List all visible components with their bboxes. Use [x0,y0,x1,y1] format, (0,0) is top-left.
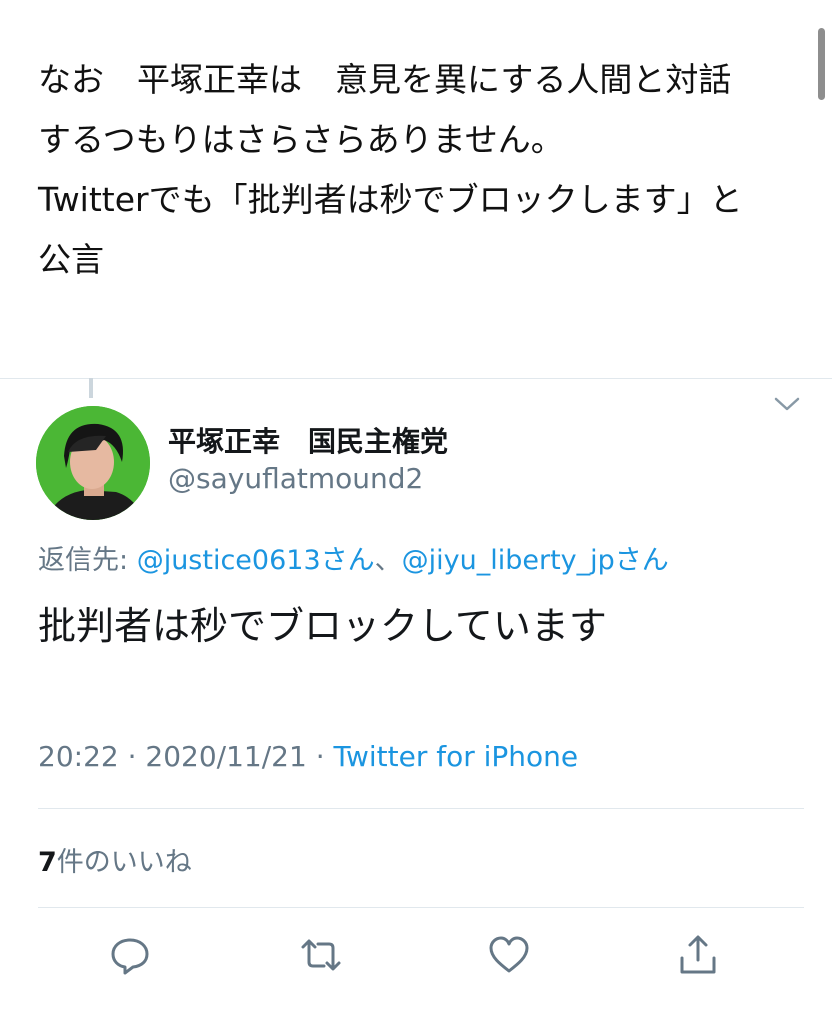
reply-to-line: 返信先: @justice0613さん、@jiyu_liberty_jpさん [38,538,669,577]
intro-line: するつもりはさらさらありません。 [38,120,564,159]
likes-count[interactable]: 7件のいいね [38,840,192,879]
intro-line: Twitterでも「批判者は秒でブロックします」と [38,180,743,219]
tweet-text: 批判者は秒でブロックしています [38,604,607,648]
share-icon[interactable] [675,932,721,978]
reply-separator: 、 [374,545,402,576]
divider [0,378,832,379]
retweet-icon[interactable] [298,932,344,978]
meta-dot: · [306,740,334,773]
tweet-date[interactable]: 2020/11/21 [145,740,306,773]
intro-line: 公言 [38,240,104,279]
user-handle[interactable]: @sayuflatmound2 [168,462,423,495]
tweet-source[interactable]: Twitter for iPhone [334,740,579,773]
divider [38,808,804,809]
reply-mention-justice[interactable]: @justice0613さん [137,545,375,576]
heart-icon[interactable] [486,932,532,978]
reply-mention-jiyu[interactable]: @jiyu_liberty_jpさん [402,545,669,576]
display-name[interactable]: 平塚正幸 国民主権党 [168,420,448,460]
divider [38,907,804,908]
meta-dot: · [118,740,146,773]
intro-text: なお 平塚正幸は 意見を異にする人間と対話 するつもりはさらさらありません。 T… [38,50,798,290]
thread-line [89,378,93,398]
likes-number: 7 [38,847,57,878]
likes-label: 件のいいね [56,847,192,878]
reply-icon[interactable] [107,932,153,978]
tweet-time: 20:22 [38,740,119,773]
scrollbar[interactable] [818,28,825,100]
intro-line: なお 平塚正幸は 意見を異にする人間と対話 [38,60,732,99]
reply-prefix: 返信先: [38,545,137,576]
chevron-down-icon[interactable] [772,394,802,414]
avatar[interactable] [36,406,150,520]
tweet-meta: 20:22 · 2020/11/21 · Twitter for iPhone [38,740,578,773]
